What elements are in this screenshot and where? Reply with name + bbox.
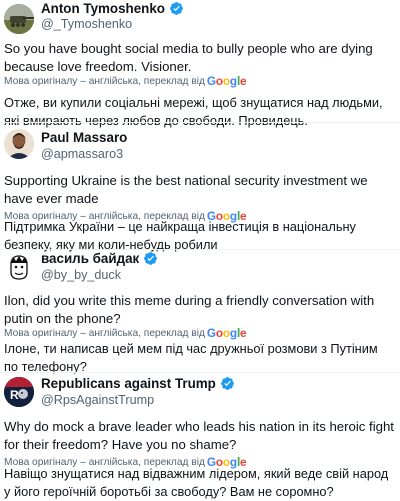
person-photo-avatar-icon (4, 129, 34, 159)
translation-note: Мова оригіналу – англійська, переклад ві… (4, 326, 247, 340)
tweet-text: Why do mock a brave leader who leads his… (4, 419, 394, 452)
author-handle[interactable]: @by_by_duck (41, 268, 121, 282)
tweet-text: Ilon, did you write this meme during a f… (4, 293, 375, 326)
tank-photo-avatar-icon (4, 4, 34, 34)
avatar[interactable]: R (4, 377, 34, 407)
divider (0, 122, 400, 123)
author-name[interactable]: Paul Massaro (41, 130, 127, 145)
verified-badge-icon (170, 2, 183, 15)
author-handle[interactable]: @apmassaro3 (41, 147, 123, 161)
author-name[interactable]: Republicans against Trump (41, 376, 216, 391)
tweet[interactable]: R Republicans against Trump @RpsAgainstT… (0, 373, 400, 500)
author-name[interactable]: василь байдак (41, 251, 139, 266)
verified-badge-icon (220, 377, 234, 390)
author-name[interactable]: Anton Tymoshenko (41, 1, 165, 16)
avatar[interactable] (4, 252, 34, 282)
rat-logo-avatar-icon: R (4, 377, 34, 407)
author-handle[interactable]: @_Tymoshenko (41, 17, 132, 31)
translated-text: Ілоне, ти написав цей мем під час дружнь… (4, 341, 378, 374)
google-logo: Google (206, 326, 247, 340)
tweet[interactable]: Paul Massaro @apmassaro3 Supporting Ukra… (0, 124, 400, 252)
translation-note: Мова оригіналу – англійська, переклад ві… (4, 74, 247, 88)
translation-note-label: Мова оригіналу – англійська, переклад ві… (4, 327, 205, 339)
avatar[interactable] (4, 4, 34, 34)
tweet-text: Supporting Ukraine is the best national … (4, 173, 368, 206)
svg-text:R: R (10, 388, 19, 402)
cartoon-face-avatar-icon (4, 252, 34, 282)
translated-text: Навіщо знущатися над відважним лідером, … (4, 466, 389, 499)
translation-note-label: Мова оригіналу – англійська, переклад ві… (4, 75, 205, 87)
tweet[interactable]: василь байдак @by_by_duck Ilon, did you … (0, 250, 400, 374)
tweet-text: So you have bought social media to bully… (4, 41, 373, 74)
verified-badge-icon (144, 252, 158, 265)
author-handle[interactable]: @RpsAgainstTrump (41, 393, 154, 407)
avatar[interactable] (4, 129, 34, 159)
google-logo: Google (206, 74, 247, 88)
